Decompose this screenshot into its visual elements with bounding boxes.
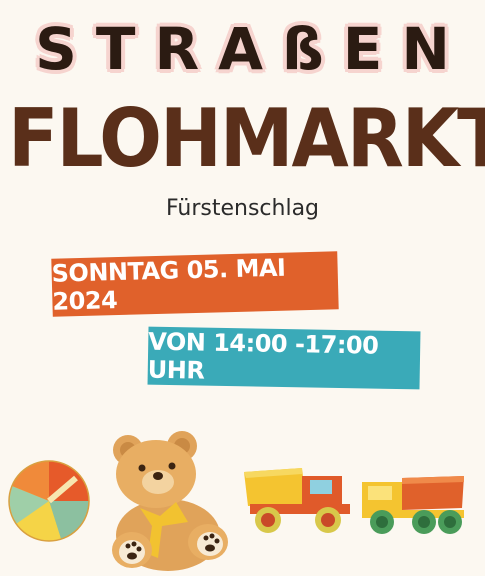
location-label: Fürstenschlag [165, 196, 320, 221]
time-text: VON 14:00 -17:00 UHR [147, 327, 379, 385]
dump-truck-icon [362, 476, 464, 534]
title-strassen: STRAßEN [35, 15, 469, 83]
teddy-bear-icon [112, 431, 228, 571]
time-banner: VON 14:00 -17:00 UHR [147, 326, 421, 390]
beach-ball-icon [8, 460, 90, 542]
title-flohmarkt: FLOHMARKT [8, 92, 485, 186]
date-text: SONNTAG 05. MAI 2024 [51, 253, 286, 316]
date-banner: SONNTAG 05. MAI 2024 [51, 251, 339, 317]
dump-truck-icon [244, 468, 350, 533]
